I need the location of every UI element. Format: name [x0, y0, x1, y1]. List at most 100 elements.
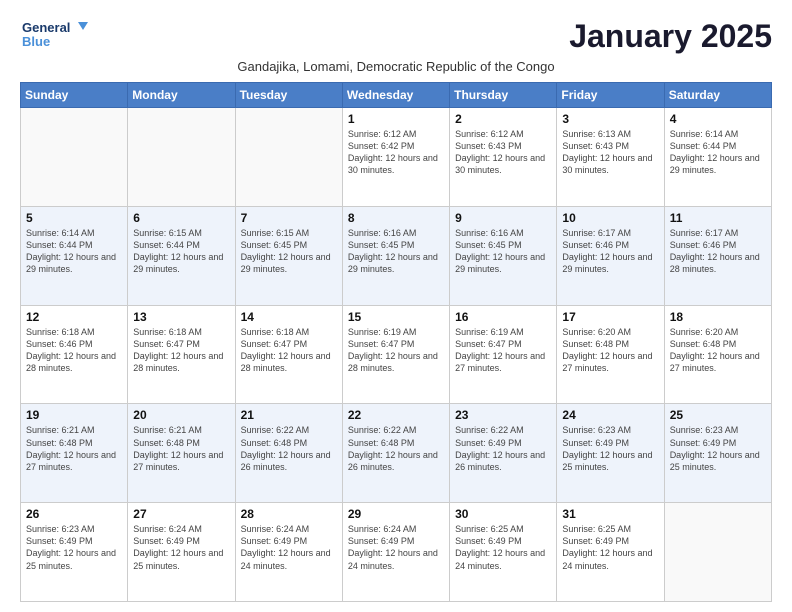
day-number: 9 — [455, 211, 551, 225]
calendar-cell: 20 Sunrise: 6:21 AMSunset: 6:48 PMDayligh… — [128, 404, 235, 503]
day-info: Sunrise: 6:18 AMSunset: 6:47 PMDaylight:… — [133, 327, 223, 373]
day-info: Sunrise: 6:13 AMSunset: 6:43 PMDaylight:… — [562, 129, 652, 175]
day-info: Sunrise: 6:15 AMSunset: 6:44 PMDaylight:… — [133, 228, 223, 274]
calendar-weekday-tuesday: Tuesday — [235, 83, 342, 108]
day-info: Sunrise: 6:12 AMSunset: 6:42 PMDaylight:… — [348, 129, 438, 175]
day-number: 22 — [348, 408, 444, 422]
day-number: 12 — [26, 310, 122, 324]
calendar-cell: 13Sunrise: 6:18 AMSunset: 6:47 PMDayligh… — [128, 305, 235, 404]
calendar-cell — [128, 108, 235, 207]
calendar-cell: 7Sunrise: 6:15 AMSunset: 6:45 PMDaylight… — [235, 206, 342, 305]
calendar-cell: 30 Sunrise: 6:25 AMSunset: 6:49 PMDayligh… — [450, 503, 557, 602]
calendar-cell: 11Sunrise: 6:17 AMSunset: 6:46 PMDayligh… — [664, 206, 771, 305]
day-info: Sunrise: 6:25 AMSunset: 6:49 PMDaylight:… — [455, 524, 545, 570]
calendar-cell: 19Sunrise: 6:21 AMSunset: 6:48 PMDayligh… — [21, 404, 128, 503]
day-info: Sunrise: 6:24 AMSunset: 6:49 PMDaylight:… — [133, 524, 223, 570]
calendar-cell: 8 Sunrise: 6:16 AMSunset: 6:45 PMDaylight… — [342, 206, 449, 305]
calendar-cell — [235, 108, 342, 207]
day-number: 29 — [348, 507, 444, 521]
svg-text:Blue: Blue — [22, 34, 50, 49]
day-number: 10 — [562, 211, 658, 225]
calendar-cell: 31 Sunrise: 6:25 AMSunset: 6:49 PMDayligh… — [557, 503, 664, 602]
logo-svg: General Blue — [20, 18, 90, 54]
calendar-cell: 5 Sunrise: 6:14 AMSunset: 6:44 PMDaylight… — [21, 206, 128, 305]
calendar-cell: 12 Sunrise: 6:18 AMSunset: 6:46 PMDayligh… — [21, 305, 128, 404]
day-number: 30 — [455, 507, 551, 521]
subtitle: Gandajika, Lomami, Democratic Republic o… — [20, 59, 772, 74]
day-info: Sunrise: 6:14 AMSunset: 6:44 PMDaylight:… — [670, 129, 760, 175]
day-info: Sunrise: 6:18 AMSunset: 6:46 PMDaylight:… — [26, 327, 116, 373]
calendar-cell: 27 Sunrise: 6:24 AMSunset: 6:49 PMDayligh… — [128, 503, 235, 602]
calendar-cell: 26 Sunrise: 6:23 AMSunset: 6:49 PMDayligh… — [21, 503, 128, 602]
day-info: Sunrise: 6:17 AMSunset: 6:46 PMDaylight:… — [562, 228, 652, 274]
day-number: 15 — [348, 310, 444, 324]
day-number: 4 — [670, 112, 766, 126]
calendar-weekday-thursday: Thursday — [450, 83, 557, 108]
day-info: Sunrise: 6:23 AMSunset: 6:49 PMDaylight:… — [562, 425, 652, 471]
day-info: Sunrise: 6:24 AMSunset: 6:49 PMDaylight:… — [241, 524, 331, 570]
svg-text:General: General — [22, 20, 70, 35]
day-info: Sunrise: 6:23 AMSunset: 6:49 PMDaylight:… — [670, 425, 760, 471]
calendar-cell: 2Sunrise: 6:12 AMSunset: 6:43 PMDaylight… — [450, 108, 557, 207]
day-info: Sunrise: 6:23 AMSunset: 6:49 PMDaylight:… — [26, 524, 116, 570]
day-info: Sunrise: 6:21 AMSunset: 6:48 PMDaylight:… — [133, 425, 223, 471]
day-number: 18 — [670, 310, 766, 324]
calendar-week-3: 12 Sunrise: 6:18 AMSunset: 6:46 PMDayligh… — [21, 305, 772, 404]
day-number: 3 — [562, 112, 658, 126]
calendar-cell: 21Sunrise: 6:22 AMSunset: 6:48 PMDayligh… — [235, 404, 342, 503]
calendar-cell: 25 Sunrise: 6:23 AMSunset: 6:49 PMDayligh… — [664, 404, 771, 503]
day-info: Sunrise: 6:16 AMSunset: 6:45 PMDaylight:… — [348, 228, 438, 274]
header: General Blue January 2025 — [20, 18, 772, 55]
day-info: Sunrise: 6:19 AMSunset: 6:47 PMDaylight:… — [455, 327, 545, 373]
day-info: Sunrise: 6:14 AMSunset: 6:44 PMDaylight:… — [26, 228, 116, 274]
day-number: 31 — [562, 507, 658, 521]
day-number: 11 — [670, 211, 766, 225]
calendar-cell: 1Sunrise: 6:12 AMSunset: 6:42 PMDaylight… — [342, 108, 449, 207]
calendar-cell: 10 Sunrise: 6:17 AMSunset: 6:46 PMDayligh… — [557, 206, 664, 305]
day-info: Sunrise: 6:22 AMSunset: 6:48 PMDaylight:… — [348, 425, 438, 471]
month-title: January 2025 — [569, 18, 772, 55]
calendar-cell: 4 Sunrise: 6:14 AMSunset: 6:44 PMDaylight… — [664, 108, 771, 207]
day-info: Sunrise: 6:22 AMSunset: 6:49 PMDaylight:… — [455, 425, 545, 471]
day-number: 20 — [133, 408, 229, 422]
page: General Blue January 2025 Gandajika, Lom… — [0, 0, 792, 612]
calendar-cell: 15 Sunrise: 6:19 AMSunset: 6:47 PMDayligh… — [342, 305, 449, 404]
day-number: 17 — [562, 310, 658, 324]
day-info: Sunrise: 6:22 AMSunset: 6:48 PMDaylight:… — [241, 425, 331, 471]
logo: General Blue — [20, 18, 90, 54]
calendar-cell: 28 Sunrise: 6:24 AMSunset: 6:49 PMDayligh… — [235, 503, 342, 602]
calendar-week-1: 1Sunrise: 6:12 AMSunset: 6:42 PMDaylight… — [21, 108, 772, 207]
day-number: 26 — [26, 507, 122, 521]
calendar-cell: 18Sunrise: 6:20 AMSunset: 6:48 PMDayligh… — [664, 305, 771, 404]
calendar-weekday-wednesday: Wednesday — [342, 83, 449, 108]
title-block: January 2025 — [569, 18, 772, 55]
day-number: 5 — [26, 211, 122, 225]
day-number: 6 — [133, 211, 229, 225]
calendar: SundayMondayTuesdayWednesdayThursdayFrid… — [20, 82, 772, 602]
day-number: 16 — [455, 310, 551, 324]
calendar-cell — [21, 108, 128, 207]
calendar-weekday-monday: Monday — [128, 83, 235, 108]
day-number: 28 — [241, 507, 337, 521]
calendar-weekday-sunday: Sunday — [21, 83, 128, 108]
day-number: 14 — [241, 310, 337, 324]
day-number: 27 — [133, 507, 229, 521]
calendar-cell: 29 Sunrise: 6:24 AMSunset: 6:49 PMDayligh… — [342, 503, 449, 602]
calendar-cell: 9 Sunrise: 6:16 AMSunset: 6:45 PMDaylight… — [450, 206, 557, 305]
day-number: 24 — [562, 408, 658, 422]
calendar-week-5: 26 Sunrise: 6:23 AMSunset: 6:49 PMDayligh… — [21, 503, 772, 602]
calendar-cell: 24 Sunrise: 6:23 AMSunset: 6:49 PMDayligh… — [557, 404, 664, 503]
day-number: 8 — [348, 211, 444, 225]
day-info: Sunrise: 6:16 AMSunset: 6:45 PMDaylight:… — [455, 228, 545, 274]
day-number: 19 — [26, 408, 122, 422]
calendar-cell — [664, 503, 771, 602]
calendar-weekday-friday: Friday — [557, 83, 664, 108]
calendar-cell: 17Sunrise: 6:20 AMSunset: 6:48 PMDayligh… — [557, 305, 664, 404]
day-info: Sunrise: 6:25 AMSunset: 6:49 PMDaylight:… — [562, 524, 652, 570]
day-info: Sunrise: 6:12 AMSunset: 6:43 PMDaylight:… — [455, 129, 545, 175]
day-number: 25 — [670, 408, 766, 422]
calendar-weekday-saturday: Saturday — [664, 83, 771, 108]
calendar-cell: 14Sunrise: 6:18 AMSunset: 6:47 PMDayligh… — [235, 305, 342, 404]
day-info: Sunrise: 6:19 AMSunset: 6:47 PMDaylight:… — [348, 327, 438, 373]
day-info: Sunrise: 6:24 AMSunset: 6:49 PMDaylight:… — [348, 524, 438, 570]
